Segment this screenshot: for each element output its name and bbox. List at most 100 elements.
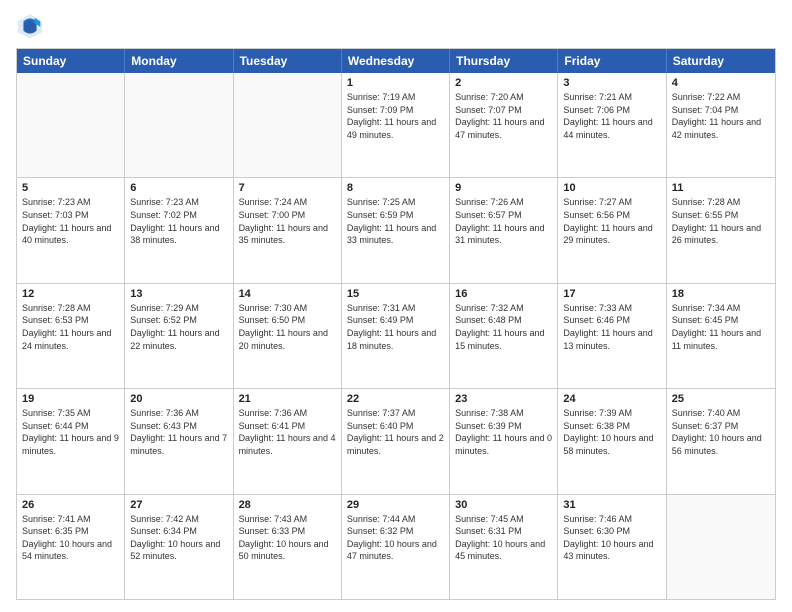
calendar: SundayMondayTuesdayWednesdayThursdayFrid…: [16, 48, 776, 600]
calendar-cell: 26Sunrise: 7:41 AM Sunset: 6:35 PM Dayli…: [17, 495, 125, 599]
day-number: 2: [455, 77, 552, 89]
day-number: 21: [239, 393, 336, 405]
calendar-cell: 30 Sunrise: 7:45 AM Sunset: 6:31 PM Dayli…: [450, 495, 558, 599]
day-number: 16: [455, 288, 552, 300]
cell-info: Sunrise: 7:38 AM Sunset: 6:39 PM Dayligh…: [455, 407, 552, 457]
calendar-header: SundayMondayTuesdayWednesdayThursdayFrid…: [17, 49, 775, 73]
day-number: 22: [347, 393, 444, 405]
day-number: 20: [130, 393, 227, 405]
day-header-wednesday: Wednesday: [342, 49, 450, 73]
day-number: 4: [672, 77, 770, 89]
cell-info: Sunrise: 7:40 AM Sunset: 6:37 PM Dayligh…: [672, 407, 770, 457]
cell-info: Sunrise: 7:36 AM Sunset: 6:43 PM Dayligh…: [130, 407, 227, 457]
day-number: 25: [672, 393, 770, 405]
cell-info: Sunrise: 7:35 AM Sunset: 6:44 PM Dayligh…: [22, 407, 119, 457]
calendar-body: 1 Sunrise: 7:19 AM Sunset: 7:09 PM Daylig…: [17, 73, 775, 599]
calendar-cell: 10Sunrise: 7:27 AM Sunset: 6:56 PM Dayli…: [558, 178, 666, 282]
day-number: 13: [130, 288, 227, 300]
cell-info: Sunrise: 7:28 AM Sunset: 6:55 PM Dayligh…: [672, 196, 770, 246]
day-header-saturday: Saturday: [667, 49, 775, 73]
cell-info: Sunrise: 7:45 AM Sunset: 6:31 PM Dayligh…: [455, 513, 552, 563]
week-row-5: 26Sunrise: 7:41 AM Sunset: 6:35 PM Dayli…: [17, 495, 775, 599]
calendar-cell: [17, 73, 125, 177]
calendar-cell: 11 Sunrise: 7:28 AM Sunset: 6:55 PM Dayli…: [667, 178, 775, 282]
calendar-cell: [667, 495, 775, 599]
calendar-cell: 24Sunrise: 7:39 AM Sunset: 6:38 PM Dayli…: [558, 389, 666, 493]
week-row-4: 19 Sunrise: 7:35 AM Sunset: 6:44 PM Dayli…: [17, 389, 775, 494]
header: [16, 12, 776, 40]
day-number: 10: [563, 182, 660, 194]
calendar-cell: 25 Sunrise: 7:40 AM Sunset: 6:37 PM Dayli…: [667, 389, 775, 493]
calendar-cell: 17 Sunrise: 7:33 AM Sunset: 6:46 PM Dayli…: [558, 284, 666, 388]
calendar-cell: 29 Sunrise: 7:44 AM Sunset: 6:32 PM Dayli…: [342, 495, 450, 599]
calendar-cell: 31 Sunrise: 7:46 AM Sunset: 6:30 PM Dayli…: [558, 495, 666, 599]
calendar-cell: 16 Sunrise: 7:32 AM Sunset: 6:48 PM Dayli…: [450, 284, 558, 388]
cell-info: Sunrise: 7:39 AM Sunset: 6:38 PM Dayligh…: [563, 407, 660, 457]
calendar-cell: 15 Sunrise: 7:31 AM Sunset: 6:49 PM Dayli…: [342, 284, 450, 388]
cell-info: Sunrise: 7:32 AM Sunset: 6:48 PM Dayligh…: [455, 302, 552, 352]
day-number: 29: [347, 499, 444, 511]
cell-info: Sunrise: 7:31 AM Sunset: 6:49 PM Dayligh…: [347, 302, 444, 352]
day-header-monday: Monday: [125, 49, 233, 73]
cell-info: Sunrise: 7:19 AM Sunset: 7:09 PM Dayligh…: [347, 91, 444, 141]
day-number: 1: [347, 77, 444, 89]
cell-info: Sunrise: 7:37 AM Sunset: 6:40 PM Dayligh…: [347, 407, 444, 457]
cell-info: Sunrise: 7:34 AM Sunset: 6:45 PM Dayligh…: [672, 302, 770, 352]
cell-info: Sunrise: 7:41 AM Sunset: 6:35 PM Dayligh…: [22, 513, 119, 563]
day-number: 14: [239, 288, 336, 300]
calendar-cell: 12Sunrise: 7:28 AM Sunset: 6:53 PM Dayli…: [17, 284, 125, 388]
calendar-cell: 3 Sunrise: 7:21 AM Sunset: 7:06 PM Daylig…: [558, 73, 666, 177]
calendar-cell: 20 Sunrise: 7:36 AM Sunset: 6:43 PM Dayli…: [125, 389, 233, 493]
cell-info: Sunrise: 7:24 AM Sunset: 7:00 PM Dayligh…: [239, 196, 336, 246]
calendar-cell: 8Sunrise: 7:25 AM Sunset: 6:59 PM Daylig…: [342, 178, 450, 282]
day-number: 5: [22, 182, 119, 194]
calendar-cell: 5 Sunrise: 7:23 AM Sunset: 7:03 PM Daylig…: [17, 178, 125, 282]
calendar-cell: 6 Sunrise: 7:23 AM Sunset: 7:02 PM Daylig…: [125, 178, 233, 282]
day-number: 7: [239, 182, 336, 194]
logo: [16, 12, 48, 40]
day-number: 8: [347, 182, 444, 194]
day-number: 15: [347, 288, 444, 300]
day-number: 18: [672, 288, 770, 300]
day-number: 3: [563, 77, 660, 89]
calendar-cell: 28 Sunrise: 7:43 AM Sunset: 6:33 PM Dayli…: [234, 495, 342, 599]
cell-info: Sunrise: 7:23 AM Sunset: 7:02 PM Dayligh…: [130, 196, 227, 246]
calendar-cell: [125, 73, 233, 177]
cell-info: Sunrise: 7:23 AM Sunset: 7:03 PM Dayligh…: [22, 196, 119, 246]
day-header-friday: Friday: [558, 49, 666, 73]
day-header-tuesday: Tuesday: [234, 49, 342, 73]
cell-info: Sunrise: 7:28 AM Sunset: 6:53 PM Dayligh…: [22, 302, 119, 352]
day-header-thursday: Thursday: [450, 49, 558, 73]
cell-info: Sunrise: 7:46 AM Sunset: 6:30 PM Dayligh…: [563, 513, 660, 563]
day-number: 31: [563, 499, 660, 511]
day-number: 28: [239, 499, 336, 511]
cell-info: Sunrise: 7:42 AM Sunset: 6:34 PM Dayligh…: [130, 513, 227, 563]
calendar-cell: 21Sunrise: 7:36 AM Sunset: 6:41 PM Dayli…: [234, 389, 342, 493]
calendar-cell: 4 Sunrise: 7:22 AM Sunset: 7:04 PM Daylig…: [667, 73, 775, 177]
calendar-cell: [234, 73, 342, 177]
day-number: 30: [455, 499, 552, 511]
day-header-sunday: Sunday: [17, 49, 125, 73]
day-number: 23: [455, 393, 552, 405]
day-number: 19: [22, 393, 119, 405]
cell-info: Sunrise: 7:44 AM Sunset: 6:32 PM Dayligh…: [347, 513, 444, 563]
day-number: 17: [563, 288, 660, 300]
calendar-cell: 18 Sunrise: 7:34 AM Sunset: 6:45 PM Dayli…: [667, 284, 775, 388]
calendar-cell: 1 Sunrise: 7:19 AM Sunset: 7:09 PM Daylig…: [342, 73, 450, 177]
cell-info: Sunrise: 7:43 AM Sunset: 6:33 PM Dayligh…: [239, 513, 336, 563]
cell-info: Sunrise: 7:22 AM Sunset: 7:04 PM Dayligh…: [672, 91, 770, 141]
week-row-3: 12Sunrise: 7:28 AM Sunset: 6:53 PM Dayli…: [17, 284, 775, 389]
calendar-cell: 22 Sunrise: 7:37 AM Sunset: 6:40 PM Dayli…: [342, 389, 450, 493]
calendar-cell: 13Sunrise: 7:29 AM Sunset: 6:52 PM Dayli…: [125, 284, 233, 388]
day-number: 11: [672, 182, 770, 194]
calendar-cell: 19 Sunrise: 7:35 AM Sunset: 6:44 PM Dayli…: [17, 389, 125, 493]
day-number: 27: [130, 499, 227, 511]
cell-info: Sunrise: 7:21 AM Sunset: 7:06 PM Dayligh…: [563, 91, 660, 141]
calendar-cell: 23 Sunrise: 7:38 AM Sunset: 6:39 PM Dayli…: [450, 389, 558, 493]
week-row-1: 1 Sunrise: 7:19 AM Sunset: 7:09 PM Daylig…: [17, 73, 775, 178]
calendar-cell: 9Sunrise: 7:26 AM Sunset: 6:57 PM Daylig…: [450, 178, 558, 282]
calendar-cell: 2Sunrise: 7:20 AM Sunset: 7:07 PM Daylig…: [450, 73, 558, 177]
cell-info: Sunrise: 7:33 AM Sunset: 6:46 PM Dayligh…: [563, 302, 660, 352]
calendar-cell: 27 Sunrise: 7:42 AM Sunset: 6:34 PM Dayli…: [125, 495, 233, 599]
day-number: 6: [130, 182, 227, 194]
